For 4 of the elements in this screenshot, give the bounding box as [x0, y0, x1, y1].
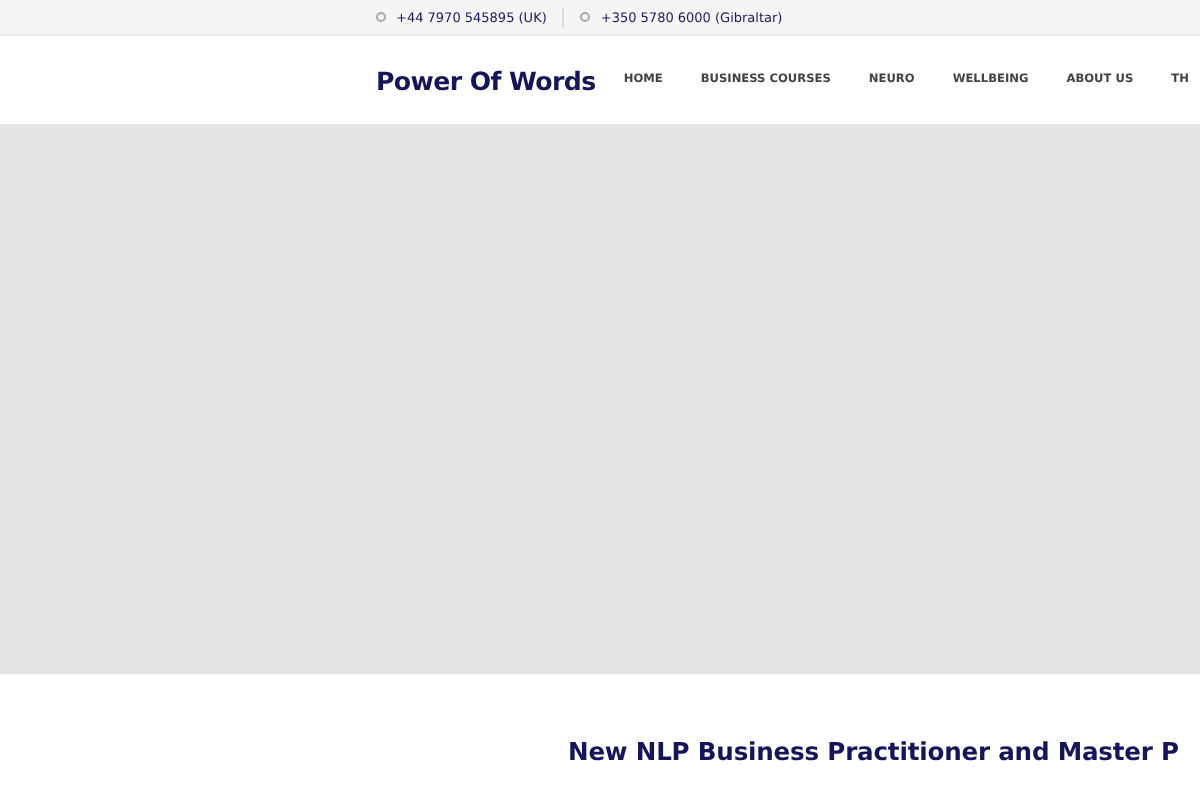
site-logo[interactable]: Power Of Words: [376, 65, 596, 95]
bullet-icon: [376, 12, 386, 22]
page-heading: New NLP Business Practitioner and Master P: [568, 738, 1181, 766]
bullet-icon: [580, 12, 591, 22]
